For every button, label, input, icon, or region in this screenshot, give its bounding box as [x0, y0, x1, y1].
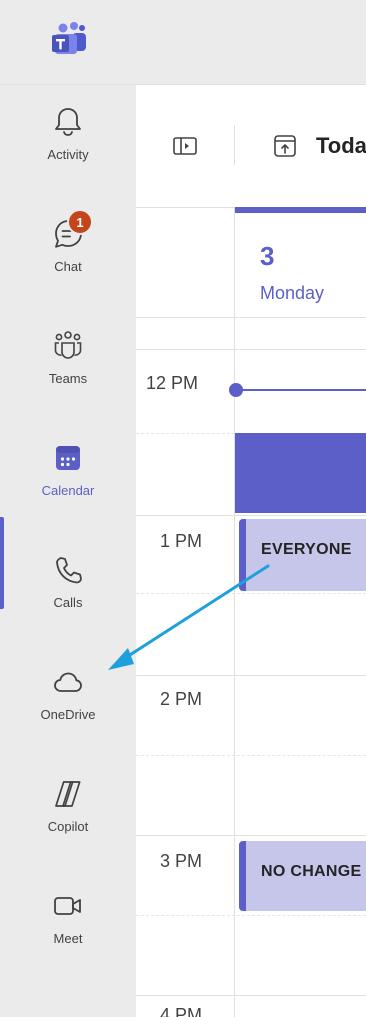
current-time-dot	[229, 383, 243, 397]
hour-line	[136, 349, 366, 350]
calendar-event[interactable]: EVERYONE	[239, 519, 366, 591]
rail-label: Calendar	[41, 483, 95, 498]
time-label: 3 PM	[160, 851, 203, 871]
grid-divider	[234, 207, 235, 1017]
title-bar	[0, 0, 366, 85]
app-rail: Activity 1 Chat Teams Calendar Calls One…	[0, 85, 136, 1017]
video-camera-icon	[51, 889, 85, 923]
copilot-icon	[51, 777, 85, 811]
calendar-toolbar: Today	[136, 85, 366, 208]
time-label: 2 PM	[160, 689, 203, 709]
event-title: EVERYONE	[261, 541, 352, 558]
rail-item-activity[interactable]: Activity	[0, 85, 136, 189]
hour-line	[136, 675, 366, 676]
hour-line	[136, 515, 366, 516]
rail-item-calendar[interactable]: Calendar	[0, 421, 136, 525]
rail-item-onedrive[interactable]: OneDrive	[0, 645, 136, 749]
time-label: 4 PM	[160, 1005, 203, 1017]
bell-icon	[51, 105, 85, 139]
busy-time-block[interactable]	[235, 433, 366, 513]
calendar-event[interactable]: NO CHANGE	[239, 841, 366, 911]
rail-label: Meet	[53, 931, 83, 946]
rail-label: Teams	[48, 371, 88, 386]
calendar-icon	[51, 441, 85, 475]
half-hour-line	[136, 915, 366, 916]
day-header[interactable]: 3 Monday	[136, 207, 366, 318]
time-label: 1 PM	[160, 531, 203, 551]
teams-logo-icon	[52, 22, 86, 54]
rail-label: Calls	[53, 595, 83, 610]
rail-label: Copilot	[47, 819, 89, 834]
rail-item-meet[interactable]: Meet	[0, 869, 136, 973]
half-hour-line	[136, 593, 366, 594]
rail-item-chat[interactable]: 1 Chat	[0, 197, 136, 301]
time-label: 12 PM	[146, 373, 199, 393]
event-title: NO CHANGE	[261, 863, 362, 880]
rail-item-copilot[interactable]: Copilot	[0, 757, 136, 861]
rail-label: OneDrive	[40, 707, 96, 722]
current-time-line	[240, 389, 366, 391]
day-name: Monday	[260, 283, 325, 303]
chat-icon: 1	[51, 209, 93, 251]
hour-line	[136, 995, 366, 996]
half-hour-line	[136, 755, 366, 756]
rail-label: Activity	[47, 147, 89, 162]
rail-item-calls[interactable]: Calls	[0, 533, 136, 637]
teams-icon	[51, 329, 85, 363]
today-calendar-icon[interactable]	[272, 133, 298, 159]
today-button[interactable]: Today	[316, 133, 366, 159]
hour-line	[136, 835, 366, 836]
toolbar-separator	[234, 125, 235, 165]
day-number: 3	[260, 241, 275, 271]
phone-icon	[51, 553, 85, 587]
expand-panel-icon[interactable]	[172, 133, 198, 159]
cloud-icon	[51, 665, 85, 699]
rail-item-teams[interactable]: Teams	[0, 309, 136, 413]
rail-label: Chat	[54, 259, 82, 274]
today-indicator-bar	[234, 207, 366, 213]
calendar-main: Today 3 Monday 12 PM 1 PM 2 PM 3 PM 4 PM…	[136, 85, 366, 1017]
unread-badge: 1	[67, 209, 93, 235]
